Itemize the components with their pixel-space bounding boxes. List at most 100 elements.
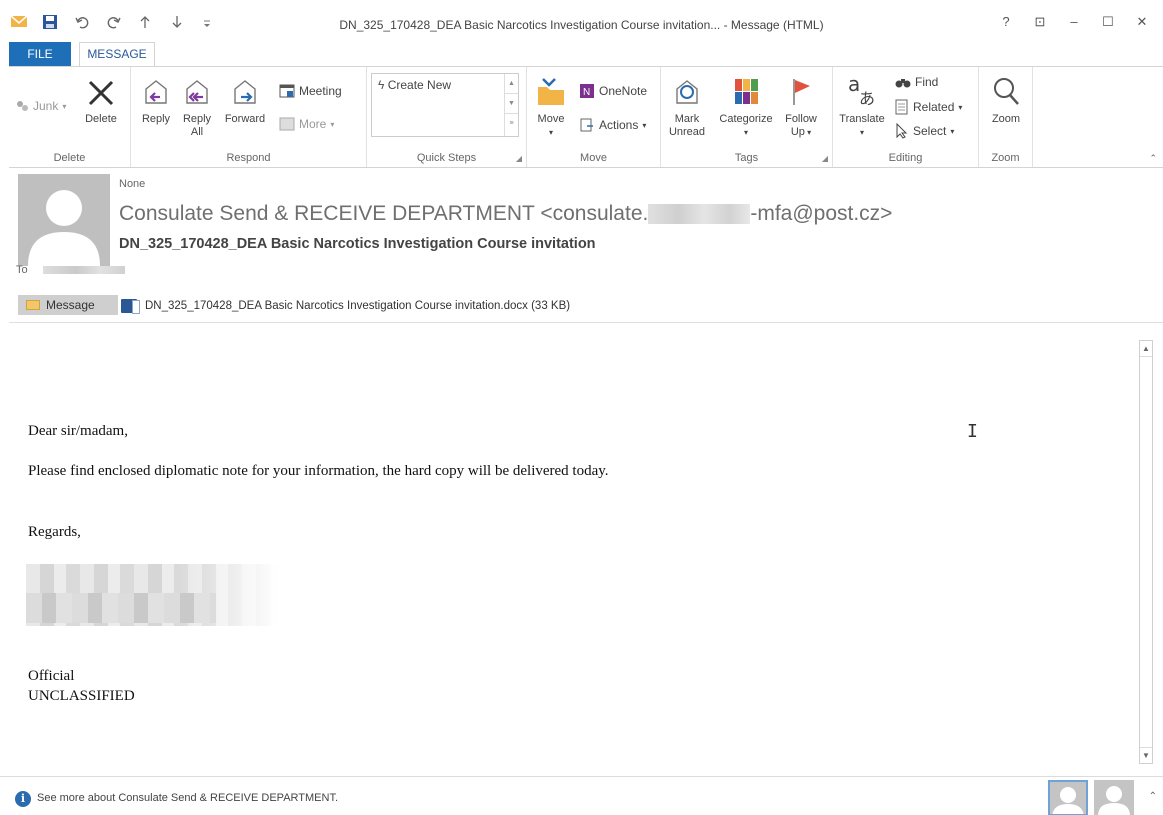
scroll-up-arrow-icon[interactable]: ▲ xyxy=(1140,341,1152,357)
ribbon-display-button[interactable]: ⊡ xyxy=(1023,14,1057,30)
reply-all-button[interactable]: Reply All xyxy=(177,77,217,139)
related-icon xyxy=(895,99,908,115)
zoom-button[interactable]: Zoom xyxy=(983,75,1029,126)
message-header: None Consulate Send & RECEIVE DEPARTMENT… xyxy=(9,168,1163,288)
greeting-text: Dear sir/madam, xyxy=(28,423,128,439)
mark-label-2: Unread xyxy=(668,126,706,138)
related-button[interactable]: Related ▾ xyxy=(895,99,962,115)
meeting-icon xyxy=(279,84,295,98)
dialog-launcher-icon[interactable]: ◢ xyxy=(516,154,522,163)
info-icon: i xyxy=(15,791,31,807)
translate-button[interactable]: aあ Translate ▾ xyxy=(835,73,889,139)
categorize-button[interactable]: Categorize ▾ xyxy=(715,75,777,139)
svg-text:あ: あ xyxy=(859,89,875,108)
tab-message[interactable]: MESSAGE xyxy=(79,42,155,67)
select-button[interactable]: Select ▾ xyxy=(895,123,954,139)
people-pane-text[interactable]: See more about Consulate Send & RECEIVE … xyxy=(37,792,338,804)
follow-label-1: Follow xyxy=(785,113,817,125)
meeting-label: Meeting xyxy=(299,84,342,98)
junk-button[interactable]: Junk ▾ xyxy=(15,99,66,113)
scroll-up-icon[interactable]: ▲ xyxy=(505,74,518,94)
word-doc-icon xyxy=(121,299,140,314)
quicksteps-scroll[interactable]: ▲ ▼ ≡ xyxy=(504,74,518,136)
tab-file[interactable]: FILE xyxy=(9,42,71,66)
message-tab-button[interactable]: Message xyxy=(18,295,118,315)
redacted-blur xyxy=(648,204,751,225)
create-new-quickstep[interactable]: ϟ Create New xyxy=(378,78,451,92)
quicksteps-group-label: Quick Steps xyxy=(416,152,477,164)
move-button[interactable]: Move ▾ xyxy=(531,75,571,139)
magnifier-icon xyxy=(994,78,1019,105)
move-label: Move xyxy=(537,113,565,125)
zoom-label: Zoom xyxy=(991,113,1021,125)
more-button[interactable]: More ▾ xyxy=(279,117,334,131)
find-label: Find xyxy=(915,75,939,89)
delete-label: Delete xyxy=(85,113,117,125)
categorize-icon xyxy=(735,79,758,104)
people-pane: i See more about Consulate Send & RECEIV… xyxy=(0,776,1163,815)
zoom-group: Zoom Zoom xyxy=(979,67,1033,167)
collapse-ribbon-icon[interactable]: ⌃ xyxy=(1149,153,1157,164)
meeting-button[interactable]: Meeting xyxy=(279,83,342,99)
scroll-down-icon[interactable]: ▼ xyxy=(505,94,518,114)
categorize-label: Categorize xyxy=(719,113,773,125)
maximize-button[interactable]: ☐ xyxy=(1091,14,1125,30)
expand-people-pane-icon[interactable]: ⌃ xyxy=(1149,791,1157,802)
junk-label: Junk xyxy=(33,99,59,113)
sender-prefix: Consulate Send & RECEIVE DEPARTMENT <con… xyxy=(119,202,649,225)
tags-launcher-icon[interactable]: ◢ xyxy=(822,154,828,163)
classification-text: UNCLASSIFIED xyxy=(28,688,135,704)
actions-button[interactable]: Actions ▾ xyxy=(579,117,646,133)
person-silhouette-icon xyxy=(1052,787,1084,814)
onenote-label: OneNote xyxy=(599,84,648,98)
quicksteps-gallery: ϟ Create New ▲ ▼ ≡ xyxy=(371,73,519,137)
people-avatar-selected[interactable] xyxy=(1048,780,1088,815)
message-tab-label: Message xyxy=(46,298,95,312)
message-subject: DN_325_170428_DEA Basic Narcotics Invest… xyxy=(119,236,596,252)
translate-icon: aあ xyxy=(848,73,875,108)
official-text: Official xyxy=(28,668,75,684)
body-scrollbar[interactable]: ▲ ▼ xyxy=(1139,340,1153,764)
people-avatar[interactable] xyxy=(1094,780,1134,815)
person-silhouette-icon xyxy=(28,190,100,266)
sender-line[interactable]: Consulate Send & RECEIVE DEPARTMENT <con… xyxy=(119,202,892,226)
attachment-file[interactable]: DN_325_170428_DEA Basic Narcotics Invest… xyxy=(121,299,571,314)
select-label: Select xyxy=(913,124,947,138)
title-bar: DN_325_170428_DEA Basic Narcotics Invest… xyxy=(0,0,1163,40)
close-button[interactable]: ✕ xyxy=(1125,14,1159,30)
body-paragraph: Please find enclosed diplomatic note for… xyxy=(28,463,609,479)
forward-button[interactable]: Forward xyxy=(221,77,269,126)
mark-unread-icon xyxy=(676,80,698,104)
expand-gallery-icon[interactable]: ≡ xyxy=(505,114,518,134)
scroll-down-arrow-icon[interactable]: ▼ xyxy=(1140,747,1152,763)
importance-label: None xyxy=(119,178,146,190)
redacted-signature-lower xyxy=(26,593,216,623)
sender-avatar[interactable] xyxy=(18,174,110,266)
find-button[interactable]: Find xyxy=(895,75,938,89)
reply-icon xyxy=(145,80,167,104)
forward-label: Forward xyxy=(224,113,266,125)
junk-icon xyxy=(17,101,28,111)
attachment-filename: DN_325_170428_DEA Basic Narcotics Invest… xyxy=(145,300,571,312)
zoom-group-label: Zoom xyxy=(991,152,1020,164)
create-new-label: Create New xyxy=(387,78,452,92)
reply-button[interactable]: Reply xyxy=(137,77,175,126)
follow-up-button[interactable]: Follow Up ▾ xyxy=(779,75,823,139)
sender-suffix: -mfa@post.cz> xyxy=(750,202,893,225)
delete-group: Junk ▾ Delete Delete xyxy=(9,67,131,167)
person-silhouette-icon xyxy=(1098,786,1130,815)
text-cursor-icon: I xyxy=(967,421,978,442)
envelope-icon xyxy=(26,300,40,310)
to-label: To xyxy=(16,264,28,276)
message-body[interactable]: Dear sir/madam, Please find enclosed dip… xyxy=(9,323,1139,771)
minimize-button[interactable]: – xyxy=(1057,14,1091,30)
onenote-button[interactable]: N OneNote xyxy=(579,83,647,99)
delete-button[interactable]: Delete xyxy=(79,77,123,126)
help-button[interactable]: ? xyxy=(989,14,1023,30)
editing-group: aあ Translate ▾ Find Related ▾ Select ▾ Ed… xyxy=(833,67,979,167)
onenote-icon: N xyxy=(580,84,594,98)
move-group-label: Move xyxy=(580,152,607,164)
ribbon-tabs: FILE MESSAGE xyxy=(0,40,1163,67)
cursor-arrow-icon xyxy=(896,123,908,139)
mark-unread-button[interactable]: Mark Unread xyxy=(665,75,709,139)
